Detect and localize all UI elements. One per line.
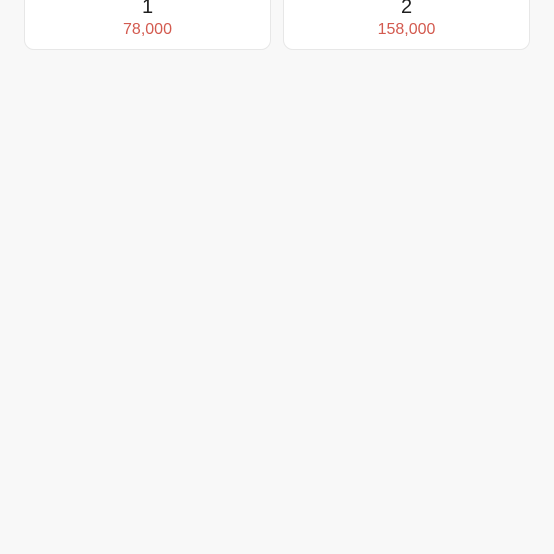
option-label: 2 [400, 0, 413, 18]
option-card-2[interactable]: 2 158,000 [283, 0, 530, 50]
screen: 1 78,000 2 158,000 [0, 0, 554, 554]
option-price: 78,000 [123, 21, 172, 38]
option-card-1[interactable]: 1 78,000 [24, 0, 271, 50]
option-label: 1 [141, 0, 154, 18]
option-price: 158,000 [377, 21, 436, 38]
option-card-grid: 1 78,000 2 158,000 [24, 0, 530, 50]
